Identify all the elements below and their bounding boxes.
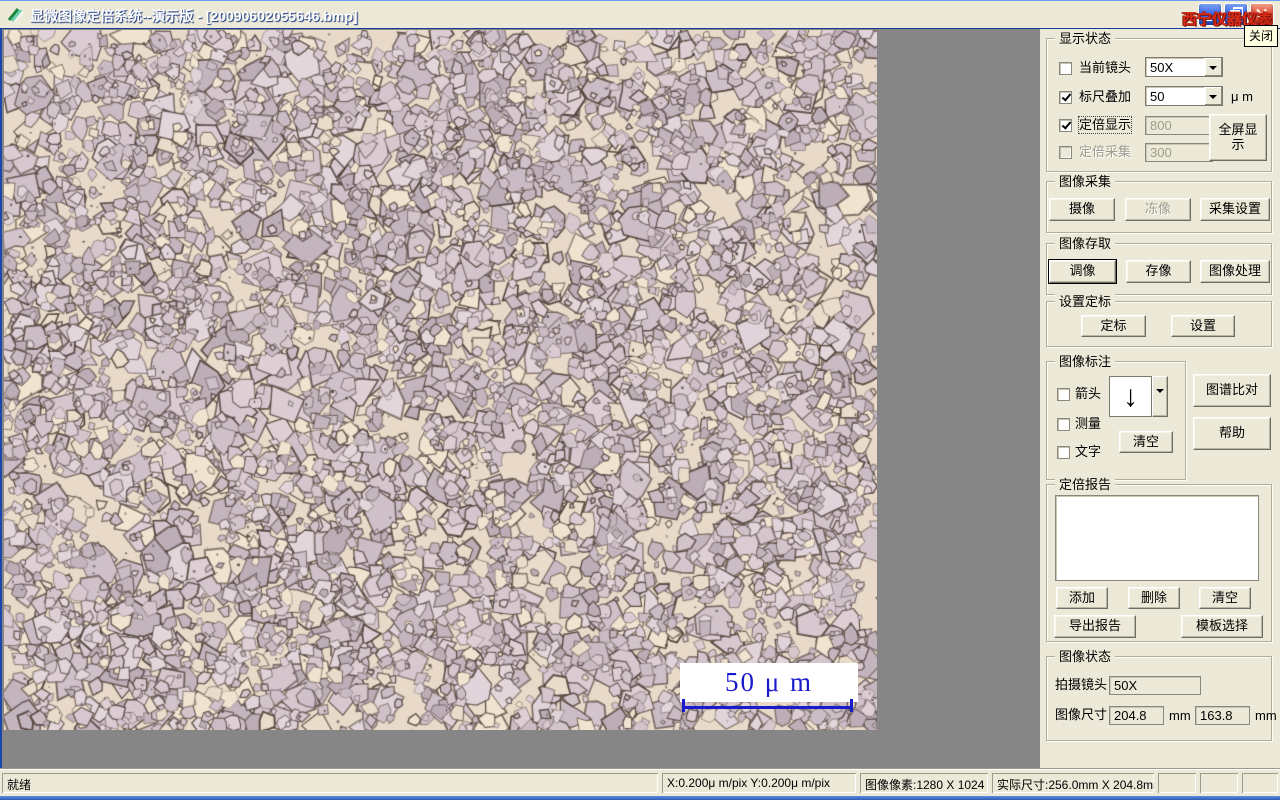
group-title: 定倍报告 — [1055, 477, 1116, 492]
taskbar-edge — [0, 796, 1280, 800]
image-background: 50 μ m — [0, 29, 1040, 768]
report-clear-button[interactable]: 清空 — [1199, 587, 1251, 609]
template-select-button[interactable]: 模板选择 — [1181, 615, 1263, 638]
status-actual-size: 实际尺寸:256.0mm X 204.8mm — [992, 773, 1154, 793]
group-display-status: 显示状态 当前镜头 50X 标尺叠加 50 μ m 定倍显示 800 定倍采集 … — [1046, 31, 1272, 172]
status-empty-panel — [1242, 773, 1278, 793]
group-report: 定倍报告 添加 删除 清空 导出报告 模板选择 — [1046, 477, 1272, 642]
annotation-clear-button[interactable]: 清空 — [1119, 431, 1173, 453]
close-tooltip: 关闭 — [1243, 25, 1278, 47]
scale-bar-label: 50 μ m — [725, 667, 813, 697]
app-window: 显微图像定倍系统--演示版 - [20090602055646.bmp] 西宁仪… — [0, 0, 1280, 800]
image-width-value: 204.8 — [1109, 706, 1164, 725]
micrograph-canvas[interactable] — [4, 30, 877, 730]
group-image-status: 图像状态 拍摄镜头 50X 图像尺寸 204.8 mm 163.8 mm — [1046, 649, 1277, 741]
capture-settings-button[interactable]: 采集设置 — [1200, 198, 1270, 221]
lens-status-value: 50X — [1109, 676, 1201, 695]
group-title: 图像存取 — [1055, 236, 1116, 251]
status-empty-panel — [1158, 773, 1196, 793]
window-title: 显微图像定倍系统--演示版 - [20090602055646.bmp] — [30, 8, 358, 24]
scale-unit-label: μ m — [1231, 89, 1253, 104]
fixed-display-checkbox[interactable] — [1059, 119, 1072, 132]
status-empty-panel — [1200, 773, 1238, 793]
chevron-down-icon[interactable] — [1152, 376, 1168, 417]
scale-bar-label-box: 50 μ m — [680, 663, 858, 702]
arrow-label: 箭头 — [1075, 386, 1102, 401]
current-lens-checkbox[interactable] — [1059, 62, 1072, 75]
calibrate-button[interactable]: 定标 — [1081, 315, 1146, 337]
report-add-button[interactable]: 添加 — [1056, 587, 1108, 609]
text-label: 文字 — [1075, 444, 1102, 459]
group-image-capture: 图像采集 摄像 冻像 采集设置 — [1046, 174, 1272, 233]
lens-select[interactable]: 50X — [1145, 57, 1223, 77]
freeze-button: 冻像 — [1125, 198, 1191, 221]
down-arrow-icon: ↓ — [1109, 376, 1152, 417]
lens-status-label: 拍摄镜头 — [1055, 677, 1108, 692]
height-unit-label: mm — [1255, 708, 1277, 723]
width-unit-label: mm — [1169, 708, 1191, 723]
scale-overlay-checkbox[interactable] — [1059, 91, 1072, 104]
capture-button[interactable]: 摄像 — [1049, 198, 1115, 221]
workspace: 50 μ m 显示状态 当前镜头 50X 标尺叠加 50 μ m 定倍显示 80… — [0, 29, 1280, 768]
load-image-button[interactable]: 调像 — [1049, 260, 1116, 283]
fixed-display-value: 800 — [1145, 116, 1213, 135]
atlas-compare-button[interactable]: 图谱比对 — [1193, 374, 1271, 407]
group-annotation: 图像标注 箭头 测量 文字 ↓ 清空 — [1046, 354, 1186, 480]
group-image-storage: 图像存取 调像 存像 图像处理 — [1046, 236, 1272, 295]
report-delete-button[interactable]: 删除 — [1128, 587, 1180, 609]
image-height-value: 163.8 — [1195, 706, 1250, 725]
report-list[interactable] — [1055, 495, 1259, 581]
save-image-button[interactable]: 存像 — [1126, 260, 1191, 283]
help-button[interactable]: 帮助 — [1193, 417, 1271, 450]
fixed-display-label: 定倍显示 — [1077, 116, 1133, 134]
measure-label: 测量 — [1075, 416, 1102, 431]
status-pixel-scale: X:0.200μ m/pix Y:0.200μ m/pix — [662, 773, 856, 793]
annotation-area: 图像标注 箭头 测量 文字 ↓ 清空 图谱比对 帮助 — [1046, 354, 1272, 483]
export-report-button[interactable]: 导出报告 — [1054, 615, 1136, 638]
text-checkbox[interactable] — [1057, 446, 1070, 459]
group-title: 设置定标 — [1055, 294, 1116, 309]
fixed-capture-checkbox — [1059, 146, 1072, 159]
group-title: 图像采集 — [1055, 174, 1116, 189]
group-title: 图像状态 — [1055, 649, 1116, 664]
scale-bar-line — [683, 706, 853, 709]
image-size-label: 图像尺寸 — [1055, 707, 1108, 722]
control-sidebar: 显示状态 当前镜头 50X 标尺叠加 50 μ m 定倍显示 800 定倍采集 … — [1040, 29, 1280, 768]
measure-checkbox[interactable] — [1057, 418, 1070, 431]
group-calibration: 设置定标 定标 设置 — [1046, 294, 1272, 347]
group-title: 图像标注 — [1055, 354, 1116, 369]
status-bar: 就绪 X:0.200μ m/pix Y:0.200μ m/pix 图像像素:12… — [0, 768, 1280, 797]
group-title: 显示状态 — [1055, 31, 1116, 46]
fixed-capture-value: 300 — [1145, 143, 1213, 162]
calib-settings-button[interactable]: 设置 — [1171, 315, 1235, 337]
chevron-down-icon[interactable] — [1204, 87, 1222, 105]
title-bar: 显微图像定倍系统--演示版 - [20090602055646.bmp] 西宁仪… — [0, 0, 1280, 47]
app-logo-icon — [7, 6, 24, 23]
status-image-pixels: 图像像素:1280 X 1024 — [860, 773, 988, 793]
scale-value-select[interactable]: 50 — [1145, 86, 1223, 106]
fullscreen-button[interactable]: 全屏显示 — [1209, 114, 1267, 161]
chevron-down-icon[interactable] — [1204, 58, 1222, 76]
current-lens-label: 当前镜头 — [1079, 60, 1132, 75]
fixed-capture-label: 定倍采集 — [1079, 144, 1132, 159]
scale-overlay-label: 标尺叠加 — [1079, 89, 1132, 104]
image-process-button[interactable]: 图像处理 — [1200, 260, 1270, 283]
arrow-checkbox[interactable] — [1057, 388, 1070, 401]
arrow-style-select[interactable]: ↓ — [1109, 376, 1169, 417]
status-ready: 就绪 — [2, 773, 658, 793]
